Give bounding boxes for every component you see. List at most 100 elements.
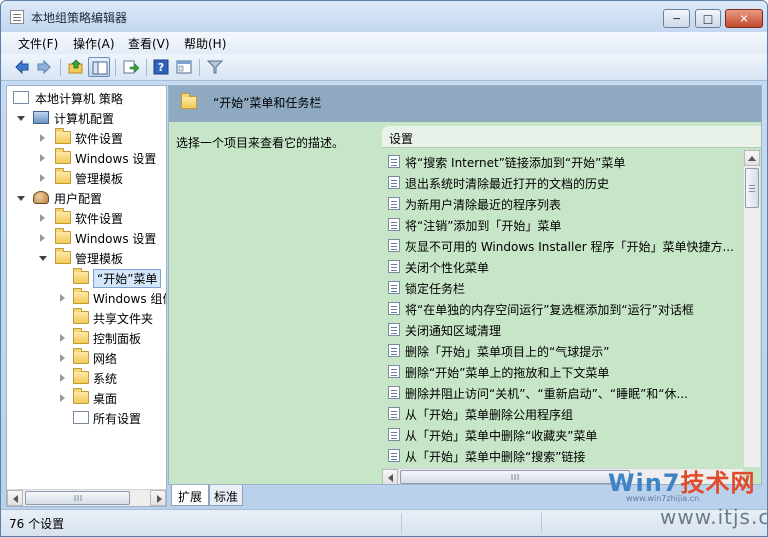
up-button[interactable] bbox=[65, 57, 87, 77]
menu-help[interactable]: 帮助(H) bbox=[184, 35, 226, 52]
scroll-thumb[interactable] bbox=[400, 470, 630, 484]
expand-toggle-icon[interactable] bbox=[40, 214, 45, 222]
setting-label: 删除并阻止访问“关机”、“重新启动”、“睡眠”和“休... bbox=[405, 387, 688, 401]
tree-pane[interactable]: 本地计算机 策略 计算机配置 软件设置 Windows 设置 管理模板 用户配置 bbox=[6, 85, 167, 507]
folder-icon bbox=[73, 368, 89, 384]
folder-icon bbox=[181, 93, 197, 109]
list-vertical-scrollbar[interactable] bbox=[743, 150, 760, 467]
list-item[interactable]: 从「开始」菜单中删除“收藏夹”菜单 bbox=[388, 424, 743, 445]
app-icon bbox=[10, 10, 24, 24]
toolbar-separator bbox=[146, 59, 147, 76]
setting-label: 从「开始」菜单中删除“收藏夹”菜单 bbox=[405, 429, 598, 443]
scroll-left-icon bbox=[388, 474, 393, 482]
back-arrow-icon bbox=[15, 59, 29, 75]
tree-horizontal-scrollbar[interactable] bbox=[7, 489, 166, 506]
menu-view[interactable]: 查看(V) bbox=[128, 35, 170, 52]
setting-icon bbox=[388, 176, 400, 189]
list-item[interactable]: 删除「开始」菜单项目上的“气球提示” bbox=[388, 340, 743, 361]
show-hide-tree-icon bbox=[92, 61, 108, 75]
expand-toggle-icon[interactable] bbox=[40, 234, 45, 242]
computer-icon bbox=[33, 111, 49, 124]
help-button[interactable]: ? bbox=[150, 57, 172, 77]
list-item[interactable]: 从「开始」菜单中删除“搜索”链接 bbox=[388, 445, 743, 466]
collapse-toggle-icon[interactable] bbox=[39, 256, 47, 261]
list-item[interactable]: 删除“开始”菜单上的拖放和上下文菜单 bbox=[388, 361, 743, 382]
settings-list[interactable]: 设置 将“搜索 Internet”链接添加到“开始”菜单 退出系统时清除最近打开… bbox=[382, 126, 761, 484]
close-button[interactable]: ✕ bbox=[725, 9, 763, 28]
title-bar[interactable]: 本地组策略编辑器 ─ □ ✕ bbox=[1, 1, 767, 32]
setting-label: 关闭通知区域清理 bbox=[405, 324, 502, 338]
scroll-thumb[interactable] bbox=[25, 491, 130, 505]
list-item[interactable]: 退出系统时清除最近打开的文档的历史 bbox=[388, 172, 743, 193]
tab-standard[interactable]: 标准 bbox=[209, 485, 243, 506]
back-button[interactable] bbox=[11, 57, 33, 77]
minimize-button[interactable]: ─ bbox=[663, 9, 690, 28]
expand-toggle-icon[interactable] bbox=[40, 174, 45, 182]
close-icon: ✕ bbox=[739, 12, 749, 25]
tree-node-label: Windows 设置 bbox=[75, 152, 157, 166]
scroll-up-icon bbox=[748, 156, 756, 161]
tree-node-label: 管理模板 bbox=[75, 172, 124, 186]
list-item[interactable]: 关闭个性化菜单 bbox=[388, 256, 743, 277]
tree-node-label: 所有设置 bbox=[93, 412, 142, 426]
all-settings-icon bbox=[73, 411, 89, 424]
show-hide-tree-button[interactable] bbox=[88, 57, 110, 77]
filter-button[interactable] bbox=[204, 57, 226, 77]
setting-label: 灰显不可用的 Windows Installer 程序「开始」菜单快捷方... bbox=[405, 240, 734, 254]
tab-extended[interactable]: 扩展 bbox=[171, 485, 209, 506]
description-hint: 选择一个项目来查看它的描述。 bbox=[176, 136, 345, 150]
list-item[interactable]: 将“注销”添加到「开始」菜单 bbox=[388, 214, 743, 235]
setting-label: 删除「开始」菜单项目上的“气球提示” bbox=[405, 345, 610, 359]
list-item[interactable]: 锁定任务栏 bbox=[388, 277, 743, 298]
scroll-thumb[interactable] bbox=[745, 168, 759, 208]
expand-toggle-icon[interactable] bbox=[60, 394, 65, 402]
expand-toggle-icon[interactable] bbox=[60, 294, 65, 302]
properties-icon bbox=[176, 60, 192, 74]
svg-text:?: ? bbox=[158, 61, 164, 74]
export-list-button[interactable] bbox=[120, 57, 142, 77]
tree-node-label: 用户配置 bbox=[54, 192, 103, 206]
expand-toggle-icon[interactable] bbox=[60, 354, 65, 362]
tree-node-label: 计算机配置 bbox=[54, 112, 115, 126]
setting-icon bbox=[388, 407, 400, 420]
scroll-left-button[interactable] bbox=[7, 490, 23, 506]
status-count: 76 个设置 bbox=[9, 517, 65, 531]
menu-action[interactable]: 操作(A) bbox=[73, 35, 115, 52]
list-item[interactable]: 为新用户清除最近的程序列表 bbox=[388, 193, 743, 214]
tree-node-label: Windows 设置 bbox=[75, 232, 157, 246]
maximize-button[interactable]: □ bbox=[695, 9, 721, 28]
folder-icon bbox=[73, 308, 89, 324]
list-item[interactable]: 从「开始」菜单删除公用程序组 bbox=[388, 403, 743, 424]
setting-label: 将“搜索 Internet”链接添加到“开始”菜单 bbox=[405, 156, 626, 170]
column-header-label: 设置 bbox=[389, 132, 414, 146]
scroll-left-button[interactable] bbox=[382, 469, 398, 484]
setting-icon bbox=[388, 239, 400, 252]
list-item[interactable]: 关闭通知区域清理 bbox=[388, 319, 743, 340]
list-item[interactable]: 删除并阻止访问“关机”、“重新启动”、“睡眠”和“休... bbox=[388, 382, 743, 403]
properties-button[interactable] bbox=[173, 57, 195, 77]
scroll-right-button[interactable] bbox=[150, 490, 166, 506]
expand-toggle-icon[interactable] bbox=[60, 374, 65, 382]
tree-node-label: 控制面板 bbox=[93, 332, 142, 346]
tree-node-label: 网络 bbox=[93, 352, 118, 366]
column-header-setting[interactable]: 设置 bbox=[382, 126, 761, 148]
scroll-up-button[interactable] bbox=[744, 150, 760, 166]
forward-button[interactable] bbox=[33, 57, 55, 77]
collapse-toggle-icon[interactable] bbox=[17, 196, 25, 201]
list-horizontal-scrollbar[interactable] bbox=[382, 468, 743, 484]
expand-toggle-icon[interactable] bbox=[60, 334, 65, 342]
list-item[interactable]: 将“在单独的内存空间运行”复选框添加到“运行”对话框 bbox=[388, 298, 743, 319]
collapse-toggle-icon[interactable] bbox=[17, 116, 25, 121]
setting-icon bbox=[388, 218, 400, 231]
list-item[interactable]: 将“搜索 Internet”链接添加到“开始”菜单 bbox=[388, 151, 743, 172]
folder-icon bbox=[55, 208, 71, 224]
list-item[interactable]: 灰显不可用的 Windows Installer 程序「开始」菜单快捷方... bbox=[388, 235, 743, 256]
expand-toggle-icon[interactable] bbox=[40, 134, 45, 142]
filter-icon bbox=[207, 60, 223, 74]
folder-icon bbox=[73, 288, 89, 304]
menu-file[interactable]: 文件(F) bbox=[18, 35, 58, 52]
tree-node-label: 系统 bbox=[93, 372, 118, 386]
expand-toggle-icon[interactable] bbox=[40, 154, 45, 162]
setting-icon bbox=[388, 428, 400, 441]
setting-icon bbox=[388, 344, 400, 357]
